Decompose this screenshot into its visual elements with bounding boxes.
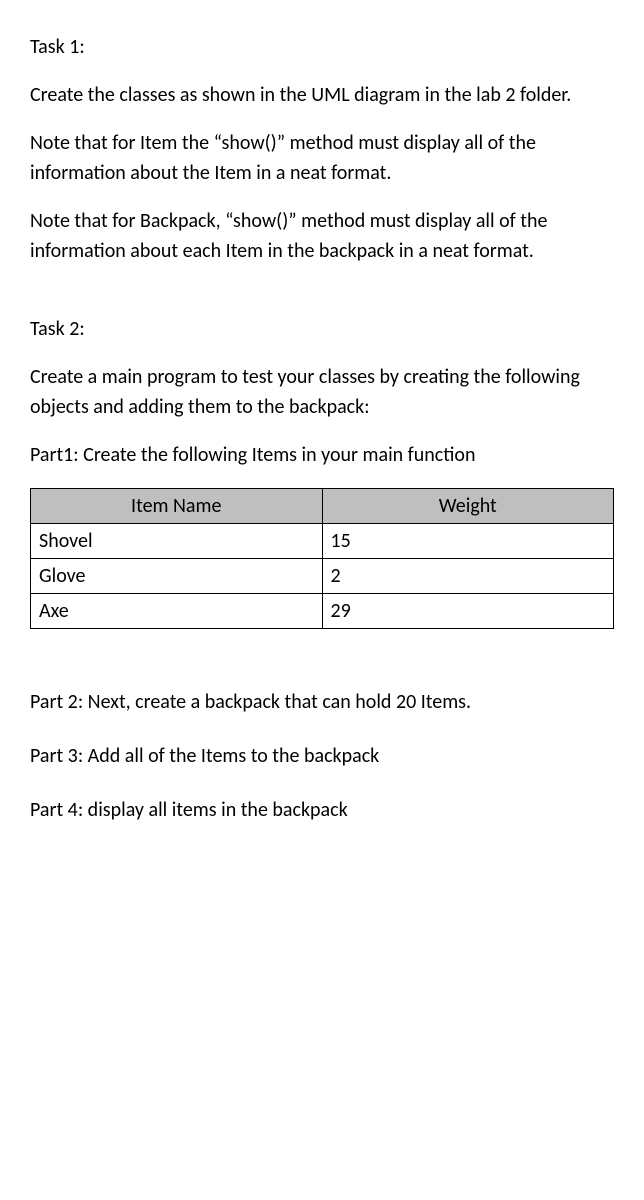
table-row: Shovel 15 <box>31 524 614 559</box>
header-weight: Weight <box>322 489 614 524</box>
task1-paragraph-1: Create the classes as shown in the UML d… <box>30 80 614 110</box>
cell-item-name: Glove <box>31 559 323 594</box>
cell-weight: 29 <box>322 594 614 629</box>
task2-part1-label: Part1: Create the following Items in you… <box>30 440 614 470</box>
task2-part3: Part 3: Add all of the Items to the back… <box>30 741 614 771</box>
task2-part4: Part 4: display all items in the backpac… <box>30 795 614 825</box>
header-item-name: Item Name <box>31 489 323 524</box>
table-header-row: Item Name Weight <box>31 489 614 524</box>
task1-paragraph-3: Note that for Backpack, “show()” method … <box>30 206 614 266</box>
cell-item-name: Shovel <box>31 524 323 559</box>
task2-heading: Task 2: <box>30 314 614 344</box>
task1-paragraph-2: Note that for Item the “show()” method m… <box>30 128 614 188</box>
task1-heading: Task 1: <box>30 32 614 62</box>
task2-part2: Part 2: Next, create a backpack that can… <box>30 687 614 717</box>
task2-paragraph-1: Create a main program to test your class… <box>30 362 614 422</box>
table-row: Axe 29 <box>31 594 614 629</box>
items-table: Item Name Weight Shovel 15 Glove 2 Axe 2… <box>30 488 614 629</box>
cell-weight: 2 <box>322 559 614 594</box>
cell-weight: 15 <box>322 524 614 559</box>
cell-item-name: Axe <box>31 594 323 629</box>
table-row: Glove 2 <box>31 559 614 594</box>
